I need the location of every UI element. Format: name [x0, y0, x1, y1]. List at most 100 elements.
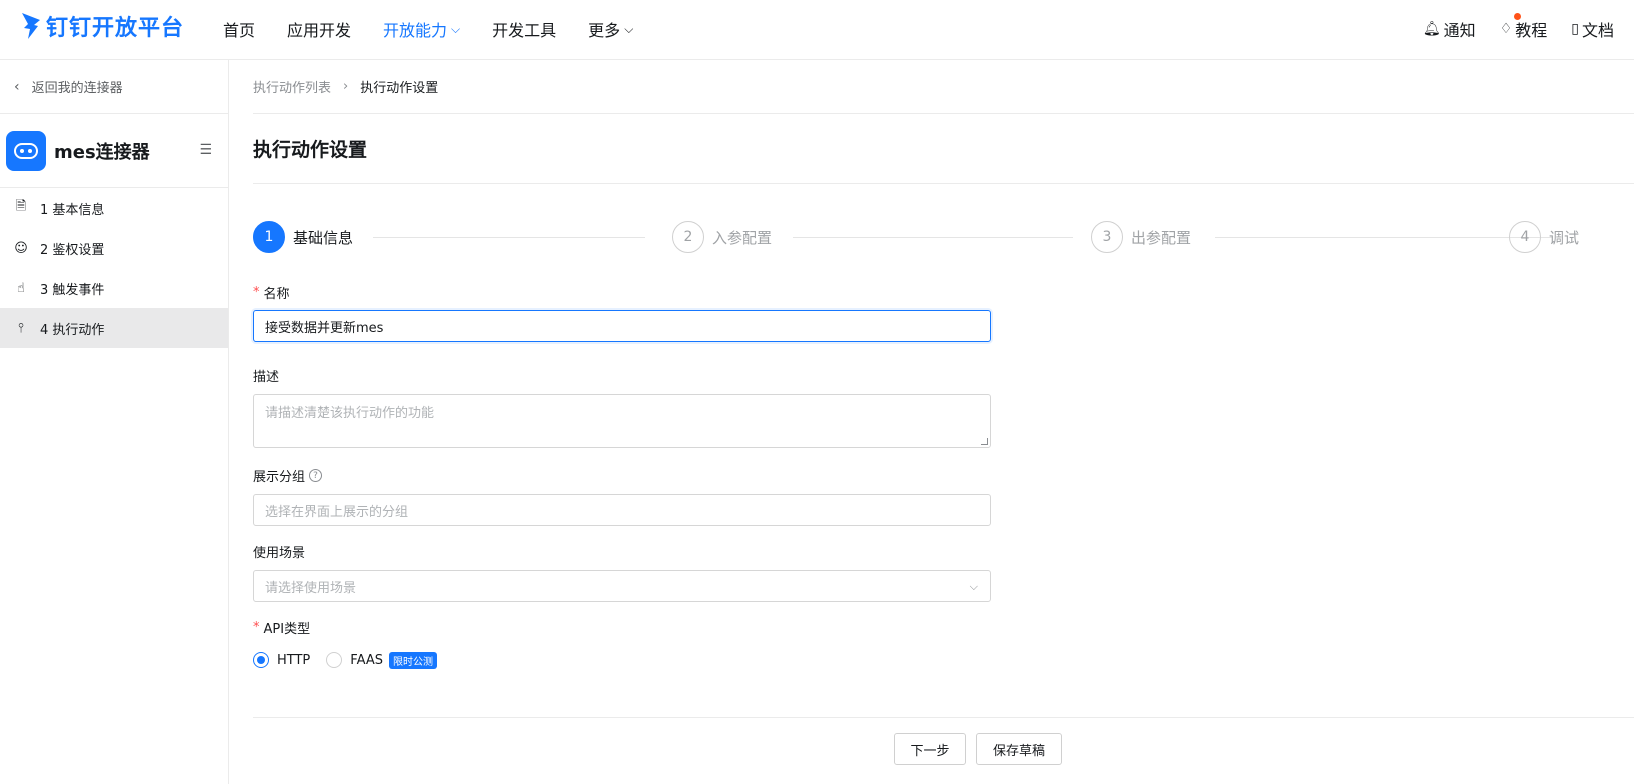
nav-item-home[interactable]: 首页: [223, 17, 255, 41]
nav-item-more[interactable]: 更多 ⌵: [588, 17, 633, 41]
robot-icon: [14, 142, 38, 159]
step-label: 调试: [1549, 228, 1580, 247]
tutorial-link[interactable]: ♢ 教程: [1499, 13, 1548, 41]
connector-name: mes连接器: [54, 141, 150, 163]
breadcrumb-current: 执行动作设置: [360, 81, 439, 96]
save-draft-button[interactable]: 保存草稿: [976, 733, 1062, 765]
group-input[interactable]: 选择在界面上展示的分组: [253, 494, 991, 526]
chevron-down-icon: ⌵: [624, 21, 634, 36]
resize-handle[interactable]: [981, 438, 988, 445]
step-number: 1: [253, 221, 285, 253]
sidebar-item-auth[interactable]: ☺ 2 鉴权设置: [0, 228, 228, 268]
touch-icon: ☝: [17, 280, 25, 296]
scene-select[interactable]: 请选择使用场景 ⌵: [253, 570, 991, 602]
group-label: 展示分组: [253, 469, 306, 485]
step-2[interactable]: 2 入参配置: [672, 221, 772, 253]
form-footer: 下一步 保存草稿: [253, 717, 1634, 784]
api-type-radio-group: HTTP FAAS 限时公测: [253, 648, 993, 672]
scene-placeholder: 请选择使用场景: [265, 580, 357, 596]
radio-circle-checked[interactable]: [253, 652, 269, 668]
stepper: 1 基础信息 2 入参配置 3 出参配置 4 调试: [253, 221, 1634, 255]
sidebar-item-label: 4 执行动作: [40, 322, 105, 338]
step-3[interactable]: 3 出参配置: [1091, 221, 1191, 253]
step-number: 2: [672, 221, 704, 253]
docs-link[interactable]: ▯ 文档: [1571, 17, 1614, 41]
brand-logo[interactable]: 钉钉开放平台: [20, 10, 184, 42]
step-1[interactable]: 1 基础信息: [253, 221, 353, 253]
step-4[interactable]: 4 调试: [1509, 221, 1579, 253]
sidebar-item-action[interactable]: ⫯ 4 执行动作: [0, 308, 228, 348]
tutorial-label: 教程: [1515, 21, 1548, 40]
main-nav: 首页 应用开发 开放能力 ⌵ 开发工具 更多 ⌵: [223, 0, 665, 58]
radio-http[interactable]: HTTP: [253, 652, 310, 668]
beta-badge: 限时公测: [388, 651, 437, 669]
brand-name: 钉钉开放平台: [46, 16, 185, 41]
nav-item-label: 应用开发: [287, 21, 352, 40]
api-type-label: API类型: [263, 621, 311, 637]
step-connector: [1215, 237, 1553, 238]
nav-item-open-capability[interactable]: 开放能力 ⌵: [383, 17, 460, 41]
name-field-label: * 名称: [253, 282, 993, 302]
chevron-down-icon: ⌵: [969, 580, 978, 593]
dingtalk-logo-icon: [22, 13, 40, 39]
back-label: 返回我的连接器: [31, 81, 123, 96]
page-title: 执行动作设置: [253, 114, 1634, 184]
header-right-links: 🔔︎ 通知 ♢ 教程 ▯ 文档: [1399, 0, 1614, 58]
document-icon: 🗎︎: [15, 199, 27, 214]
user-key-icon: ☺: [14, 240, 28, 256]
connector-avatar: [6, 130, 46, 171]
radio-faas[interactable]: FAAS 限时公测: [326, 651, 437, 669]
desc-field-label: 描述: [253, 369, 280, 385]
sidebar-item-basic-info[interactable]: 🗎︎ 1 基本信息: [0, 188, 228, 228]
name-label: 名称: [263, 286, 290, 302]
name-input[interactable]: 接受数据并更新mes: [253, 310, 991, 342]
nav-item-label: 更多: [588, 21, 621, 40]
required-mark: *: [253, 619, 260, 635]
sidebar-item-trigger[interactable]: ☝ 3 触发事件: [0, 268, 228, 308]
step-label: 基础信息: [293, 228, 354, 247]
name-input-value: 接受数据并更新mes: [265, 320, 384, 336]
step-label: 出参配置: [1131, 228, 1192, 247]
main-content: 执行动作列表 › 执行动作设置 执行动作设置 1 基础信息 2 入参配置 3 出…: [253, 60, 1634, 765]
radio-label: FAAS: [350, 652, 383, 668]
step-number: 4: [1509, 221, 1541, 253]
unread-dot: [1513, 13, 1521, 20]
required-mark: *: [253, 284, 260, 300]
desc-placeholder: 请描述清楚该执行动作的功能: [265, 406, 435, 421]
step-connector: [793, 237, 1073, 238]
group-placeholder: 选择在界面上展示的分组: [265, 504, 409, 520]
notification-link[interactable]: 🔔︎ 通知: [1423, 17, 1476, 41]
connector-header: mes连接器 ☰: [0, 114, 228, 188]
notification-label: 通知: [1443, 21, 1476, 40]
sidebar-item-label: 3 触发事件: [40, 282, 105, 298]
breadcrumb-parent-link[interactable]: 执行动作列表: [253, 77, 331, 96]
chevron-down-icon: ⌵: [451, 21, 461, 36]
bulb-icon: ♢: [1499, 21, 1513, 37]
back-to-connectors[interactable]: ‹ 返回我的连接器: [0, 60, 228, 114]
share-icon: ⫯: [18, 320, 24, 336]
nav-item-label: 开发工具: [492, 21, 557, 40]
bell-icon: 🔔︎: [1422, 21, 1441, 37]
step-connector: [373, 237, 645, 238]
top-navbar: 钉钉开放平台 首页 应用开发 开放能力 ⌵ 开发工具 更多 ⌵ 🔔︎ 通知 ♢ 教程…: [0, 0, 1634, 60]
chevron-right-icon: ›: [343, 79, 349, 94]
step-number: 3: [1091, 221, 1123, 253]
next-step-button[interactable]: 下一步: [894, 733, 966, 765]
chevron-left-icon: ‹: [14, 78, 20, 95]
nav-item-dev-tools[interactable]: 开发工具: [492, 17, 556, 41]
book-icon: ▯: [1571, 21, 1579, 37]
nav-item-app-dev[interactable]: 应用开发: [287, 17, 351, 41]
radio-circle[interactable]: [326, 652, 343, 668]
api-type-field-label: * API类型: [253, 617, 993, 637]
group-field-label: 展示分组 ?: [253, 465, 993, 485]
breadcrumb: 执行动作列表 › 执行动作设置: [253, 60, 1634, 114]
scene-field-label: 使用场景: [253, 545, 306, 561]
nav-item-label: 首页: [223, 21, 256, 40]
action-form: * 名称 接受数据并更新mes 描述 请描述清楚该执行动作的功能 展示分组 ? …: [253, 282, 993, 672]
docs-label: 文档: [1581, 21, 1614, 40]
desc-textarea[interactable]: 请描述清楚该执行动作的功能: [253, 394, 991, 448]
nav-item-label: 开放能力: [383, 21, 448, 40]
collapse-menu-icon[interactable]: ☰: [199, 142, 212, 158]
step-label: 入参配置: [712, 228, 773, 247]
help-circle-icon[interactable]: ?: [309, 468, 323, 482]
